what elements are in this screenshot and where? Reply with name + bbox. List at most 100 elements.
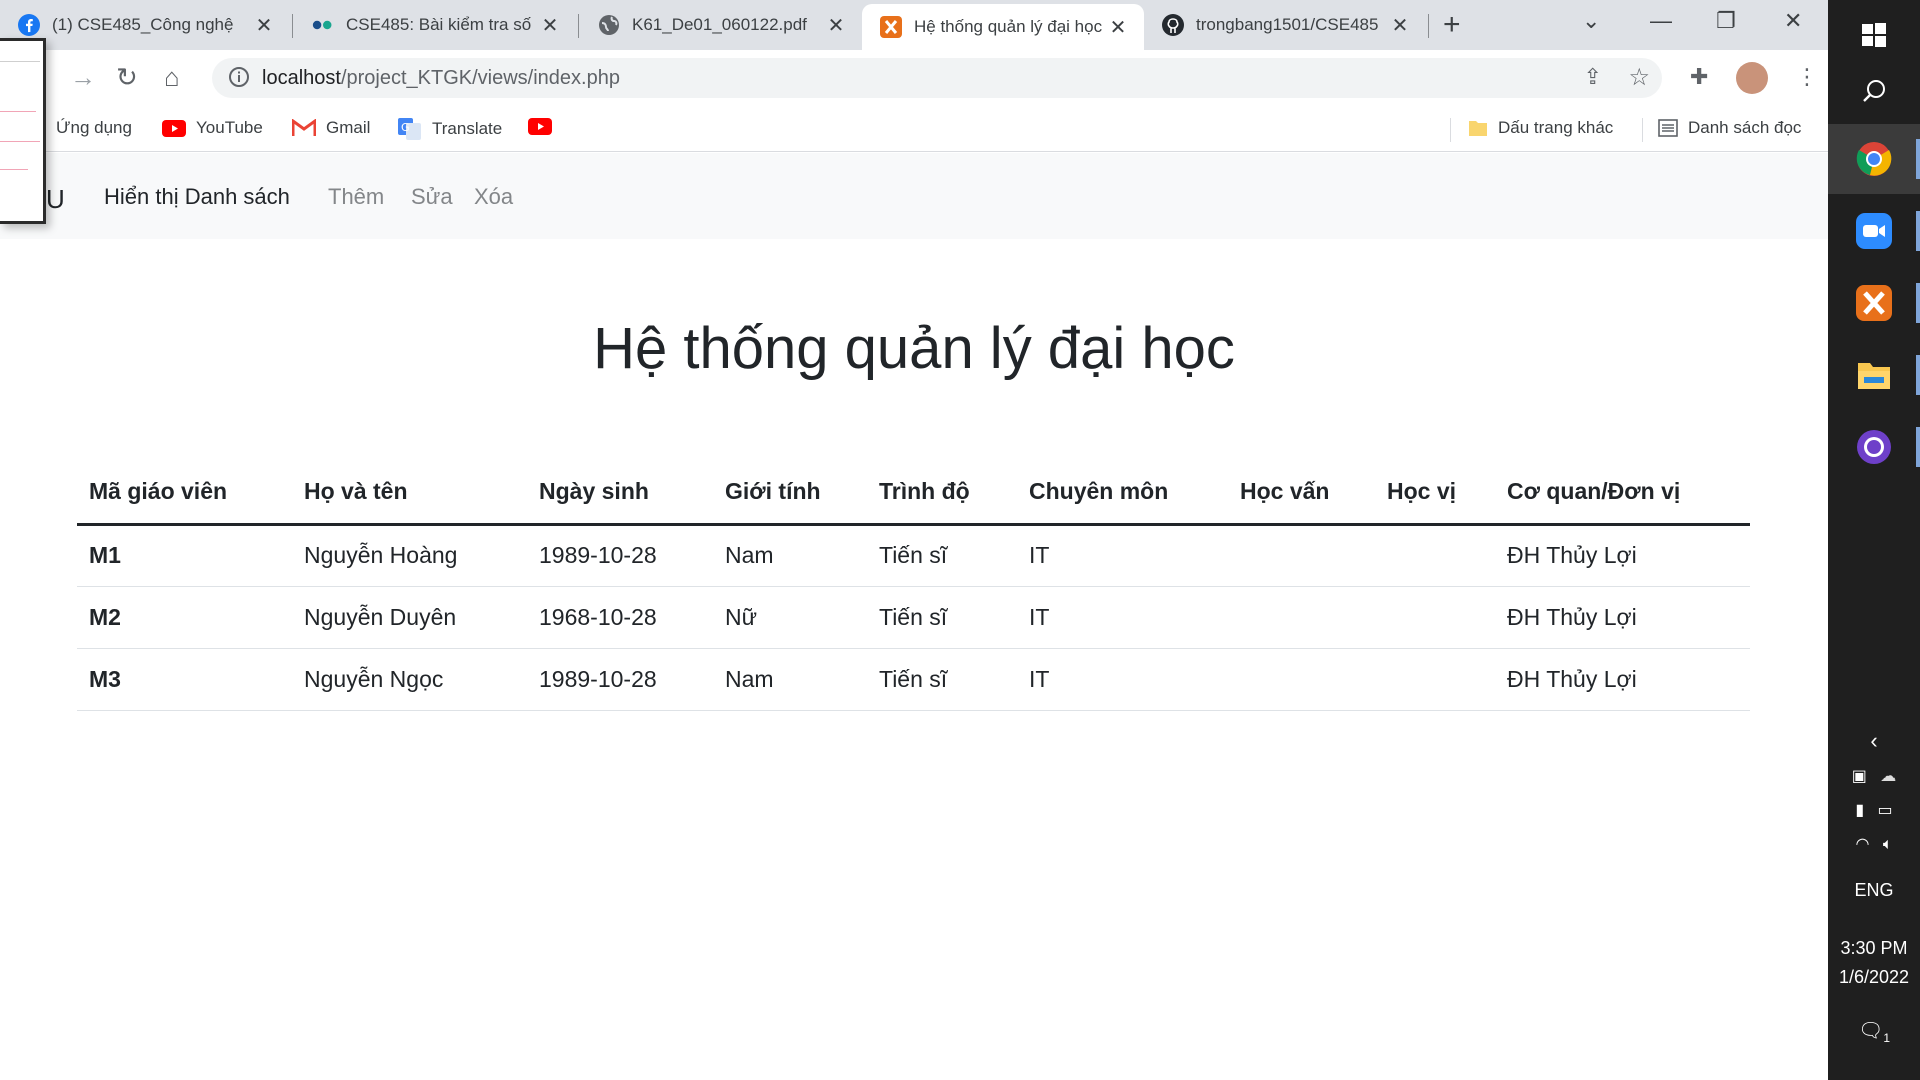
close-icon[interactable]: ✕ bbox=[1106, 15, 1130, 40]
url-host: localhost bbox=[262, 66, 341, 89]
folder-icon bbox=[1858, 363, 1890, 389]
taskbar-zoom[interactable] bbox=[1828, 196, 1920, 266]
meet-icon[interactable]: ▣ bbox=[1852, 768, 1867, 785]
new-tab-button[interactable]: + bbox=[1443, 10, 1461, 40]
tab-separator bbox=[1428, 14, 1429, 38]
battery-icon[interactable]: ▭ bbox=[1878, 802, 1893, 819]
bookmark-other[interactable]: Dấu trang khác bbox=[1468, 118, 1613, 138]
wifi-icon[interactable]: ◠ bbox=[1856, 836, 1870, 853]
screenshot-thumbnail[interactable] bbox=[0, 38, 46, 224]
bookmark-youtube[interactable]: YouTube bbox=[162, 118, 263, 138]
table-row: M1 Nguyễn Hoàng 1989-10-28 Nam Tiến sĩ I… bbox=[77, 524, 1750, 587]
classroom-icon bbox=[312, 14, 334, 36]
cell-gender: Nữ bbox=[713, 586, 867, 649]
restore-button[interactable]: ❐ bbox=[1716, 8, 1736, 34]
taskbar-chrome[interactable] bbox=[1828, 124, 1920, 194]
cell-major: IT bbox=[1017, 586, 1228, 649]
onedrive-icon[interactable]: ☁ bbox=[1880, 768, 1896, 785]
avatar[interactable] bbox=[1736, 62, 1768, 94]
translate-icon: G bbox=[398, 118, 422, 140]
search-button[interactable] bbox=[1828, 56, 1920, 126]
taskbar-xampp[interactable] bbox=[1828, 268, 1920, 338]
bookmark-gmail[interactable]: Gmail bbox=[292, 118, 370, 138]
divider bbox=[1642, 118, 1643, 142]
thumbnail-line bbox=[0, 61, 40, 62]
cell-birthdate: 1968-10-28 bbox=[527, 586, 713, 649]
url-text: localhost/project_KTGK/views/index.php bbox=[262, 67, 620, 90]
tab-classroom[interactable]: CSE485: Bài kiểm tra số ✕ bbox=[294, 0, 576, 50]
tab-title: Hệ thống quản lý đại học bbox=[914, 17, 1103, 36]
reload-button[interactable]: ↻ bbox=[116, 62, 138, 92]
tab-github[interactable]: trongbang1501/CSE485 ✕ bbox=[1144, 0, 1426, 50]
close-icon[interactable]: ✕ bbox=[538, 13, 562, 38]
cell-degree bbox=[1375, 586, 1495, 649]
nav-add[interactable]: Thêm bbox=[328, 184, 384, 210]
cell-major: IT bbox=[1017, 524, 1228, 587]
cell-level: Tiến sĩ bbox=[867, 524, 1017, 587]
active-indicator bbox=[1916, 139, 1920, 179]
running-indicator bbox=[1916, 355, 1920, 395]
language-indicator[interactable]: ENG bbox=[1828, 880, 1920, 901]
zoom-icon bbox=[1856, 213, 1892, 249]
nav-delete[interactable]: Xóa bbox=[474, 184, 513, 210]
column-header: Chuyên môn bbox=[1017, 461, 1228, 526]
globe-icon bbox=[598, 14, 620, 36]
reading-list-button[interactable]: Danh sách đọc bbox=[1658, 118, 1801, 138]
address-bar[interactable]: localhost/project_KTGK/views/index.php ⇪… bbox=[212, 58, 1662, 98]
cell-name: Nguyễn Duyên bbox=[292, 586, 527, 649]
cell-organization: ĐH Thủy Lợi bbox=[1495, 648, 1750, 711]
running-indicator bbox=[1916, 427, 1920, 467]
tray-icons-row-2[interactable]: ▮ ▭ bbox=[1828, 800, 1920, 820]
table-row: M2 Nguyễn Duyên 1968-10-28 Nữ Tiến sĩ IT… bbox=[77, 586, 1750, 649]
cell-education bbox=[1228, 586, 1375, 649]
column-header: Mã giáo viên bbox=[77, 461, 292, 526]
chrome-icon bbox=[1856, 142, 1892, 176]
forward-button[interactable]: → bbox=[70, 62, 96, 92]
table-row: M3 Nguyễn Ngọc 1989-10-28 Nam Tiến sĩ IT… bbox=[77, 648, 1750, 711]
navbar-brand[interactable]: U bbox=[46, 184, 65, 215]
gmail-icon bbox=[292, 119, 316, 137]
bookmark-apps[interactable]: Ứng dụng bbox=[56, 118, 132, 138]
pen-icon[interactable]: ▮ bbox=[1855, 802, 1864, 819]
bookmark-youtube-2[interactable] bbox=[528, 118, 562, 135]
clock-date[interactable]: 1/6/2022 bbox=[1828, 967, 1920, 988]
windows-icon bbox=[1862, 23, 1886, 47]
tray-icons-row-3[interactable]: ◠ 🔈︎ bbox=[1828, 834, 1920, 854]
column-header: Trình độ bbox=[867, 461, 1017, 526]
nav-list[interactable]: Hiển thị Danh sách bbox=[104, 184, 290, 210]
menu-icon[interactable]: ⋮ bbox=[1796, 64, 1818, 90]
bookmark-translate[interactable]: G Translate bbox=[398, 118, 502, 140]
clock-time[interactable]: 3:30 PM bbox=[1828, 938, 1920, 959]
tab-search-icon[interactable]: ⌄ bbox=[1582, 8, 1600, 34]
volume-icon[interactable]: 🔈︎ bbox=[1883, 836, 1893, 853]
tab-title: K61_De01_060122.pdf bbox=[632, 15, 807, 34]
bookmark-label: Dấu trang khác bbox=[1498, 118, 1614, 137]
tab-pdf[interactable]: K61_De01_060122.pdf ✕ bbox=[580, 0, 862, 50]
info-icon[interactable] bbox=[228, 66, 250, 93]
minimize-button[interactable]: — bbox=[1650, 8, 1672, 34]
cell-organization: ĐH Thủy Lợi bbox=[1495, 524, 1750, 587]
home-button[interactable]: ⌂ bbox=[164, 62, 180, 92]
bookmark-star-icon[interactable]: ☆ bbox=[1628, 63, 1650, 92]
tray-icons-row-1[interactable]: ▣ ☁ bbox=[1828, 766, 1920, 786]
running-indicator bbox=[1916, 283, 1920, 323]
action-center-button[interactable]: 🗨︎1 bbox=[1828, 1018, 1920, 1045]
chevron-left-icon[interactable]: ‹ bbox=[1828, 728, 1920, 754]
taskbar-file-explorer[interactable] bbox=[1828, 340, 1920, 410]
nav-edit[interactable]: Sửa bbox=[411, 184, 453, 210]
github-icon bbox=[1162, 14, 1184, 36]
thumbnail-line bbox=[0, 141, 40, 142]
close-icon[interactable]: ✕ bbox=[1388, 13, 1412, 38]
web-page: U Hiển thị Danh sách Thêm Sửa Xóa Hệ thố… bbox=[0, 153, 1828, 1080]
extensions-icon[interactable]: ✚ bbox=[1690, 64, 1708, 90]
taskbar-github-desktop[interactable] bbox=[1828, 412, 1920, 482]
tab-active-app[interactable]: Hệ thống quản lý đại học ✕ bbox=[862, 4, 1144, 50]
thumbnail-line bbox=[0, 111, 36, 112]
close-window-button[interactable]: ✕ bbox=[1784, 8, 1802, 34]
close-icon[interactable]: ✕ bbox=[824, 13, 848, 38]
close-icon[interactable]: ✕ bbox=[252, 13, 276, 38]
share-icon[interactable]: ⇪ bbox=[1584, 64, 1602, 90]
cell-organization: ĐH Thủy Lợi bbox=[1495, 586, 1750, 649]
tab-strip: (1) CSE485_Công nghệ ✕ CSE485: Bài kiểm … bbox=[0, 0, 1828, 50]
cell-level: Tiến sĩ bbox=[867, 648, 1017, 711]
